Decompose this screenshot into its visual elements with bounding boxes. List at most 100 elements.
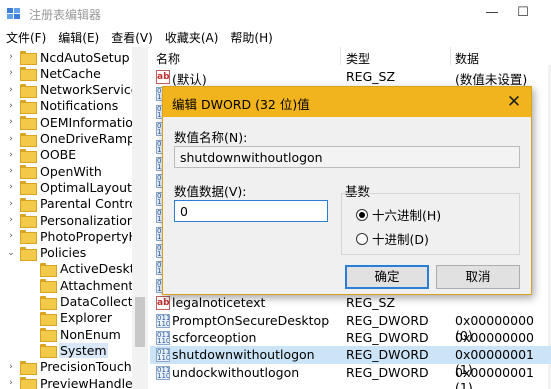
value-row[interactable]: 011 110 shutdownwithoutlogon REG_DWORD 0x00… xyxy=(150,346,551,377)
tree-item[interactable]: ActiveDesktop xyxy=(26,261,147,277)
tree-item[interactable]: NonEnum xyxy=(26,326,122,343)
radio-button-selected[interactable] xyxy=(356,208,368,221)
tree-item-label: Attachments xyxy=(60,277,140,293)
tree-item[interactable]: › PhotoPropertyHa xyxy=(6,228,147,245)
window-title: 注册表编辑器 xyxy=(29,8,102,22)
tree-item[interactable]: › Notifications xyxy=(6,98,119,114)
value-data: 0x00000001 (1) xyxy=(455,364,534,389)
value-row[interactable]: ab (默认) REG_SZ (数值未设置) xyxy=(150,68,551,87)
radio-button[interactable] xyxy=(356,232,368,245)
tree-item[interactable]: › OEMInformation xyxy=(6,114,142,131)
tree-item[interactable]: › OpenWith xyxy=(6,163,103,180)
column-divider[interactable] xyxy=(340,47,341,65)
folder-icon xyxy=(20,51,37,65)
radio-hexadecimal[interactable]: 十六进制(H) xyxy=(356,205,441,224)
folder-icon xyxy=(20,214,37,228)
value-row[interactable]: 011 110 undockwithoutlogon REG_DWORD 0x0000… xyxy=(150,364,551,389)
menu-favorites[interactable]: 收藏夹(A) xyxy=(159,29,225,46)
menu-bar: 文件(F) 编辑(E) 查看(V) 收藏夹(A) 帮助(H) xyxy=(0,27,551,47)
menu-view[interactable]: 查看(V) xyxy=(105,29,159,46)
value-data-label: 数值数据(V): xyxy=(174,184,247,199)
tree-item[interactable]: › Personalization xyxy=(6,212,136,228)
value-type: REG_SZ xyxy=(346,69,396,84)
tree-item-label: OpenWith xyxy=(40,163,102,179)
tree-item[interactable]: › Parental Controls xyxy=(6,196,147,212)
tree-item-label: PhotoPropertyHa xyxy=(40,228,146,244)
string-value-icon: ab xyxy=(156,296,170,311)
menu-edit[interactable]: 编辑(E) xyxy=(52,29,105,46)
column-header-type[interactable]: 类型 xyxy=(346,50,370,67)
folder-icon xyxy=(20,377,37,389)
value-data-input[interactable]: 0 xyxy=(174,200,328,222)
radio-decimal[interactable]: 十进制(D) xyxy=(356,229,429,248)
tree-item[interactable]: › PreviewHandlers xyxy=(6,375,145,389)
registry-editor-icon xyxy=(7,8,20,19)
tree-item[interactable]: › NetworkServiceT xyxy=(6,82,147,98)
chevron-right-icon[interactable]: › xyxy=(6,215,16,225)
tree-item[interactable]: › OneDriveRamps xyxy=(6,131,142,147)
tree-item[interactable]: Explorer xyxy=(26,310,113,326)
value-type: REG_DWORD xyxy=(346,364,429,380)
ok-button[interactable]: 确定 xyxy=(345,265,429,289)
tree-item[interactable]: › PrecisionTouchPa xyxy=(6,359,147,375)
cancel-button[interactable]: 取消 xyxy=(436,265,520,289)
folder-icon xyxy=(40,328,57,343)
tree-item[interactable]: Attachments xyxy=(26,277,141,294)
chevron-right-icon[interactable]: › xyxy=(6,378,16,388)
column-header-name[interactable]: 名称 xyxy=(156,50,180,67)
chevron-right-icon[interactable]: › xyxy=(6,117,16,127)
tree-scrollbar-thumb[interactable] xyxy=(135,297,145,347)
folder-icon xyxy=(20,148,37,163)
value-row[interactable]: 011 110 scforceoption REG_DWORD 0x00000000 … xyxy=(150,329,551,360)
close-icon[interactable]: ✕ xyxy=(505,92,523,112)
value-name: legalnoticetext xyxy=(172,295,266,311)
tree-item-label: OEMInformation xyxy=(40,114,141,130)
chevron-right-icon[interactable]: › xyxy=(6,134,16,144)
column-divider[interactable] xyxy=(450,47,451,65)
value-name: PromptOnSecureDesktop xyxy=(172,312,330,328)
tree-item[interactable]: › OptimalLayout xyxy=(6,179,133,196)
tree-item-label: OneDriveRamps xyxy=(40,131,142,146)
folder-icon xyxy=(40,344,57,359)
chevron-right-icon[interactable]: › xyxy=(6,85,16,95)
value-type: REG_SZ xyxy=(346,295,396,311)
chevron-right-icon[interactable]: › xyxy=(6,182,16,192)
minimize-button[interactable]: — xyxy=(482,4,502,22)
menu-file[interactable]: 文件(F) xyxy=(0,29,52,46)
chevron-right-icon[interactable]: › xyxy=(6,362,16,372)
chevron-right-icon[interactable]: › xyxy=(6,199,16,209)
folder-icon xyxy=(20,67,37,82)
tree-item-label: NonEnum xyxy=(60,326,121,342)
value-type: REG_DWORD xyxy=(346,312,429,328)
folder-icon xyxy=(40,262,57,277)
dword-value-icon: 011 110 xyxy=(156,348,170,363)
tree-item-label: NetCache xyxy=(40,65,101,81)
chevron-right-icon[interactable]: › xyxy=(6,101,16,111)
menu-help[interactable]: 帮助(H) xyxy=(224,29,278,46)
tree-item-label: NcdAutoSetup xyxy=(40,49,130,65)
tree-item[interactable]: DataCollection xyxy=(26,294,147,310)
chevron-right-icon[interactable]: › xyxy=(6,231,16,241)
folder-icon xyxy=(40,295,57,310)
tree-scrollbar[interactable] xyxy=(132,47,148,389)
registry-key-tree[interactable]: › NcdAutoSetup › NetCache › NetworkServiceT › N… xyxy=(0,47,148,389)
chevron-right-icon[interactable]: › xyxy=(6,150,16,160)
chevron-down-icon[interactable]: ⌄ xyxy=(6,248,16,258)
value-row[interactable]: ab legalnoticetext REG_SZ xyxy=(150,294,551,312)
dword-value-icon: 011 110 xyxy=(156,313,170,328)
tree-item[interactable]: › NcdAutoSetup xyxy=(6,49,131,65)
dword-value-icon: 011 110 xyxy=(156,365,170,380)
tree-item[interactable]: › OOBE xyxy=(6,147,77,163)
tree-item[interactable]: › NetCache xyxy=(6,65,102,82)
value-name-field[interactable]: shutdownwithoutlogon xyxy=(174,146,520,168)
value-row[interactable]: 011 110 PromptOnSecureDesktop REG_DWORD 0x0… xyxy=(150,312,551,343)
dialog-title: 编辑 DWORD (32 位)值 xyxy=(172,97,310,112)
chevron-right-icon[interactable]: › xyxy=(6,166,16,176)
maximize-button[interactable]: ☐ xyxy=(513,4,533,22)
tree-item[interactable]: System xyxy=(26,342,108,359)
chevron-right-icon[interactable]: › xyxy=(6,52,16,62)
tree-item[interactable]: ⌄ Policies xyxy=(6,245,87,261)
column-header-data[interactable]: 数据 xyxy=(455,50,479,67)
chevron-right-icon[interactable]: › xyxy=(6,68,16,78)
tree-item-label: OptimalLayout xyxy=(40,179,132,195)
